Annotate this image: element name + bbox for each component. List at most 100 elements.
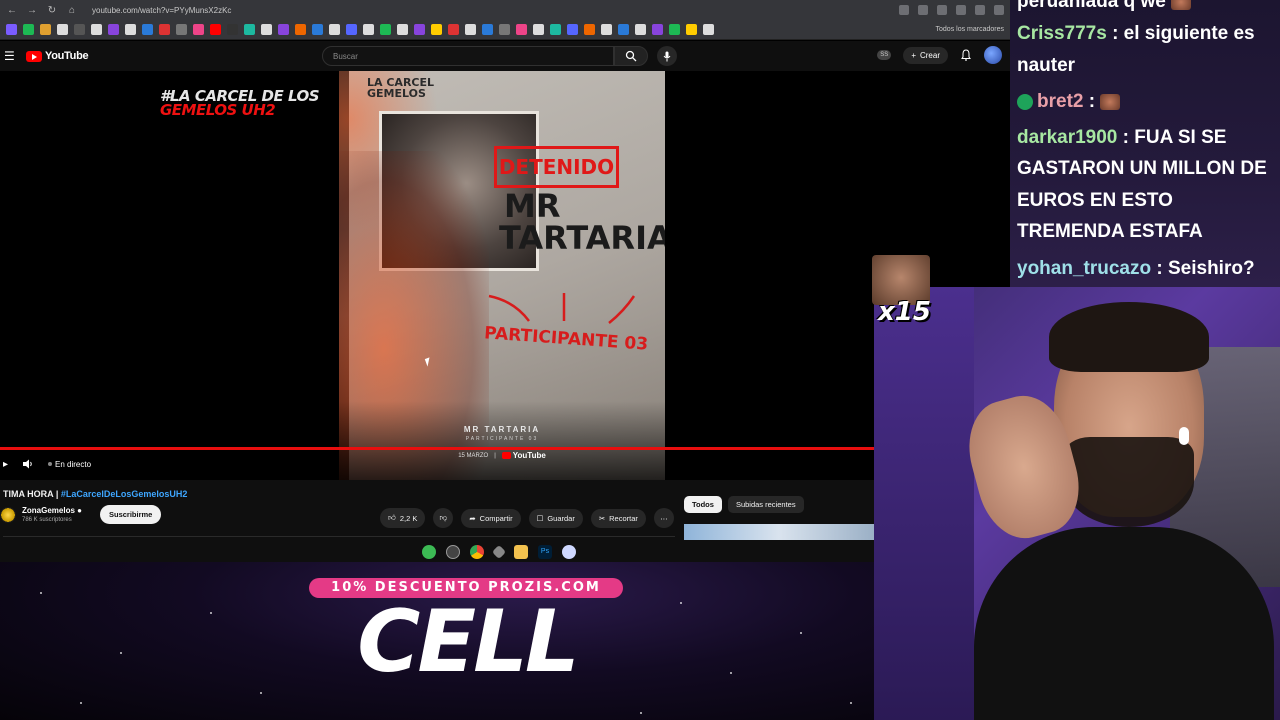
bookmark-icon[interactable] [635, 24, 646, 35]
share-button[interactable]: ➦ Compartir [461, 508, 521, 528]
channel-name[interactable]: ZonaGemelos ● [22, 506, 82, 515]
photoshop-icon[interactable]: Ps [538, 545, 552, 559]
bookmark-icon[interactable] [618, 24, 629, 35]
bookmark-icon[interactable] [142, 24, 153, 35]
address-bar[interactable]: youtube.com/watch?v=PYyMunsX2zKc [92, 6, 231, 15]
account-avatar[interactable] [984, 46, 1002, 64]
bookmark-icon[interactable] [346, 24, 357, 35]
video-actions: 👍︎ 2,2 K 👎︎ ➦ Compartir ☐ Guardar ✂ Recortar… [380, 508, 674, 528]
all-bookmarks-folder[interactable]: Todos los marcadores [936, 26, 1004, 33]
bookmark-icon[interactable] [584, 24, 595, 35]
bookmark-icon[interactable] [380, 24, 391, 35]
bookmark-icon[interactable] [125, 24, 136, 35]
bookmark-icon[interactable] [482, 24, 493, 35]
bookmark-icon[interactable] [278, 24, 289, 35]
bookmark-icon[interactable] [550, 24, 561, 35]
bookmark-icon[interactable] [40, 24, 51, 35]
chip-todos[interactable]: Todos [684, 496, 722, 513]
extension-icon[interactable] [937, 5, 947, 15]
bookmark-icon[interactable] [57, 24, 68, 35]
play-icon[interactable]: ▸ [3, 459, 8, 470]
video-player[interactable]: #LA CARCEL DE LOS GEMELOS UH2 LA CARCEL … [0, 71, 874, 480]
reload-icon[interactable]: ↻ [46, 5, 58, 16]
bookmark-icon[interactable] [6, 24, 17, 35]
bookmark-icon[interactable] [108, 24, 119, 35]
bookmark-icon[interactable] [363, 24, 374, 35]
save-label: Guardar [547, 513, 575, 523]
menu-icon[interactable]: ☰ [4, 49, 18, 63]
youtube-logo[interactable]: YouTube [26, 50, 89, 62]
bookmark-icon[interactable] [91, 24, 102, 35]
app-icon[interactable] [446, 545, 460, 559]
bookmark-icon[interactable] [397, 24, 408, 35]
chip-recent-uploads[interactable]: Subidas recientes [727, 496, 804, 513]
video-hashtag-link[interactable]: #LaCarcelDeLosGemelosUH2 [61, 489, 188, 499]
create-button[interactable]: + Crear [903, 46, 948, 64]
bookmark-icon[interactable] [516, 24, 527, 35]
progress-bar[interactable] [0, 447, 874, 450]
poster-date: 15 MARZO [458, 452, 489, 459]
bookmark-icon[interactable] [669, 24, 680, 35]
video-title: TIMA HORA | #LaCarcelDeLosGemelosUH2 [3, 489, 187, 499]
bookmark-icon[interactable] [261, 24, 272, 35]
browser-toolbar: ← → ↻ ⌂ youtube.com/watch?v=PYyMunsX2zKc [0, 0, 1010, 20]
bookmark-icon[interactable] [533, 24, 544, 35]
related-filter-chips: Todos Subidas recientes [684, 496, 804, 513]
more-actions-button[interactable]: ⋯ [653, 508, 674, 528]
bookmark-icon[interactable] [312, 24, 323, 35]
bookmark-icon[interactable] [74, 24, 85, 35]
clip-button[interactable]: ✂ Recortar [590, 508, 646, 528]
puzzle-icon[interactable] [975, 5, 985, 15]
bookmark-icon[interactable] [567, 24, 578, 35]
chrome-icon[interactable] [470, 545, 484, 559]
app-icon[interactable] [491, 544, 507, 560]
screenshot-badge-icon[interactable]: SS [877, 50, 892, 60]
bookmark-icon[interactable] [686, 24, 697, 35]
bookmark-icon[interactable] [23, 24, 34, 35]
bookmark-icon[interactable] [295, 24, 306, 35]
home-icon[interactable]: ⌂ [66, 5, 78, 16]
bookmark-icon[interactable] [465, 24, 476, 35]
app-icon[interactable] [562, 545, 576, 559]
extension-icon[interactable] [899, 5, 909, 15]
like-button[interactable]: 👍︎ 2,2 K [380, 508, 426, 528]
folder-icon[interactable] [514, 545, 528, 559]
live-indicator[interactable]: En directo [48, 460, 91, 469]
bookmark-icon[interactable] [244, 24, 255, 35]
chat-message-text: peruaniada q we [1017, 0, 1166, 12]
bookmark-icon[interactable] [159, 24, 170, 35]
related-video-thumbnail[interactable] [684, 524, 874, 540]
header-actions: SS + Crear [877, 46, 1002, 64]
bookmark-icon[interactable] [227, 24, 238, 35]
bookmark-icon[interactable] [176, 24, 187, 35]
app-icon[interactable] [422, 545, 436, 559]
back-icon[interactable]: ← [6, 5, 18, 16]
sponsor-overlay: 10% DESCUENTO PROZIS.COM CELL [0, 562, 874, 720]
chat-message-text: : el siguiente es [1106, 23, 1255, 44]
subscribe-button[interactable]: Suscribirme [99, 505, 162, 524]
bookmark-icon[interactable] [652, 24, 663, 35]
dislike-button[interactable]: 👎︎ [433, 508, 454, 528]
bookmark-icon[interactable] [601, 24, 612, 35]
search-button[interactable] [614, 46, 648, 66]
profile-icon[interactable] [994, 5, 1004, 15]
forward-icon[interactable]: → [26, 5, 38, 16]
bookmark-icon[interactable] [499, 24, 510, 35]
search-input[interactable]: Buscar [322, 46, 614, 66]
volume-icon[interactable] [22, 459, 34, 469]
bookmark-icon[interactable] [431, 24, 442, 35]
bookmark-icon[interactable] [703, 24, 714, 35]
star [40, 592, 42, 594]
bookmark-icon[interactable] [414, 24, 425, 35]
voice-search-button[interactable] [657, 46, 677, 66]
save-button[interactable]: ☐ Guardar [528, 508, 583, 528]
extension-icon[interactable] [956, 5, 966, 15]
bookmark-icon[interactable] [193, 24, 204, 35]
star-icon[interactable] [918, 5, 928, 15]
bookmark-icon[interactable] [329, 24, 340, 35]
bell-icon[interactable] [960, 49, 972, 61]
channel-avatar[interactable] [0, 506, 16, 523]
bookmark-icon[interactable] [448, 24, 459, 35]
bookmark-icon[interactable] [210, 24, 221, 35]
streamer-hair [1049, 302, 1209, 372]
